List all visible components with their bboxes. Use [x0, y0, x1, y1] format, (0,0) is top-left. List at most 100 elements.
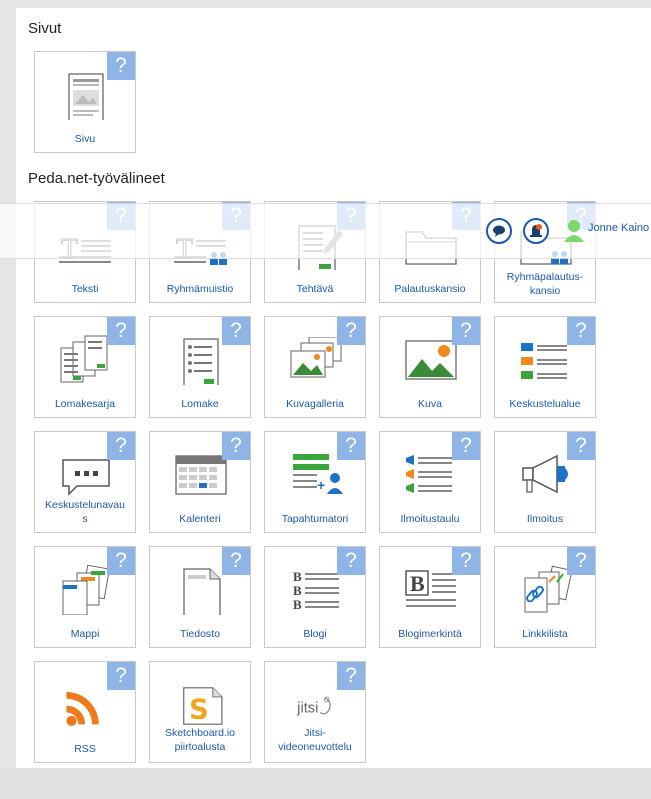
- form-icon: [183, 338, 219, 385]
- tile-ilmoitus[interactable]: ? Ilmoitus: [494, 431, 596, 533]
- help-icon[interactable]: ?: [222, 547, 250, 575]
- help-icon[interactable]: ?: [452, 317, 480, 345]
- help-icon[interactable]: ?: [107, 317, 135, 345]
- background-bottom: [0, 768, 651, 799]
- help-icon[interactable]: ?: [567, 432, 595, 460]
- sketchboard-icon: S: [183, 687, 223, 726]
- blog-icon: B B B: [293, 569, 339, 611]
- svg-text:B: B: [410, 571, 425, 596]
- tile-label-line: kansio: [529, 285, 561, 297]
- image-gallery-icon: [290, 337, 342, 378]
- help-icon[interactable]: ?: [452, 432, 480, 460]
- tile-label: Ilmoitus: [526, 513, 564, 525]
- tile-label: Kalenteri: [179, 513, 221, 525]
- tile-label-line: s: [82, 513, 88, 525]
- tile-label: Palautuskansio: [394, 283, 466, 295]
- help-icon[interactable]: ?: [567, 547, 595, 575]
- tile-label-line: videoneuvottelu: [278, 741, 352, 753]
- help-icon[interactable]: ?: [222, 317, 250, 345]
- image-icon: [405, 340, 457, 380]
- calendar-icon: [175, 455, 227, 495]
- jitsi-logo-text: jitsi: [296, 701, 318, 717]
- notice-board-icon: [406, 455, 452, 493]
- section-title-tools: Peda.net-työvälineet: [28, 170, 165, 187]
- svg-text:S: S: [189, 695, 209, 726]
- tile-label: RSS: [74, 743, 96, 755]
- tile-lomakesarja[interactable]: ? Lomakesarja: [34, 316, 136, 418]
- tile-tapahtumatori[interactable]: + ? Tapahtumatori: [264, 431, 366, 533]
- tile-label: Tapahtumatori: [281, 513, 349, 525]
- tile-label-line: Jitsi-: [304, 727, 326, 739]
- help-icon[interactable]: ?: [107, 432, 135, 460]
- notifications-button[interactable]: [523, 218, 549, 244]
- help-icon[interactable]: ?: [107, 547, 135, 575]
- tile-label: Ilmoitustaulu: [400, 513, 460, 525]
- help-icon[interactable]: ?: [337, 662, 365, 690]
- tile-keskustelualue[interactable]: ? Keskustelualue: [494, 316, 596, 418]
- tile-rss[interactable]: ? RSS: [34, 661, 136, 763]
- tile-label-line: Sketchboard.io: [164, 727, 236, 739]
- tile-label: Keskustelualue: [509, 398, 581, 410]
- bell-icon: [530, 224, 542, 237]
- tile-sketchboard[interactable]: S Sketchboard.io piirtoalusta: [149, 661, 251, 763]
- tile-label: Tehtävä: [296, 283, 334, 295]
- top-toolbar-overlay: [0, 203, 651, 259]
- tile-mappi[interactable]: ? Mappi: [34, 546, 136, 648]
- tile-label: Ryhmämuistio: [166, 283, 234, 295]
- tile-blogimerkinta[interactable]: B ? Blogimerkintä: [379, 546, 481, 648]
- tile-label: Teksti: [71, 283, 99, 295]
- tile-label: Mappi: [70, 628, 100, 640]
- tile-keskustelunavaus[interactable]: ? Keskustelunavau s: [34, 431, 136, 533]
- blog-entry-icon: B: [405, 570, 456, 607]
- tile-label: Blogimerkintä: [398, 628, 462, 640]
- help-icon[interactable]: ?: [337, 547, 365, 575]
- tile-label: Ryhmäpalautus- kansio: [497, 270, 593, 298]
- tile-label: Sketchboard.io piirtoalusta: [152, 726, 248, 754]
- tile-label-line: Keskustelunavau: [45, 499, 125, 511]
- tile-label: Blogi: [303, 628, 327, 640]
- binder-icon: [62, 564, 111, 615]
- tile-blogi[interactable]: B B B ? Blogi: [264, 546, 366, 648]
- tile-linkkilista[interactable]: ? Linkkilista: [494, 546, 596, 648]
- svg-text:B: B: [293, 597, 302, 611]
- help-icon[interactable]: ?: [337, 432, 365, 460]
- event-market-icon: +: [293, 454, 343, 494]
- tile-label-line: piirtoalusta: [174, 741, 226, 753]
- megaphone-icon: [522, 454, 568, 494]
- help-icon[interactable]: ?: [337, 317, 365, 345]
- help-icon[interactable]: ?: [222, 432, 250, 460]
- tile-kuvagalleria[interactable]: ? Kuvagalleria: [264, 316, 366, 418]
- help-icon[interactable]: ?: [567, 317, 595, 345]
- chat-button[interactable]: [486, 218, 512, 244]
- form-series-icon: [60, 335, 108, 383]
- help-icon[interactable]: ?: [107, 662, 135, 690]
- tile-label: Jitsi- videoneuvottelu: [267, 726, 363, 754]
- tile-lomake[interactable]: ? Lomake: [149, 316, 251, 418]
- rss-icon: [66, 691, 99, 727]
- tile-jitsi[interactable]: jitsi ? Jitsi- videoneuvottelu: [264, 661, 366, 763]
- tile-label-line: Ryhmäpalautus-: [506, 271, 584, 283]
- tile-label: Linkkilista: [522, 628, 568, 640]
- tile-label: Tiedosto: [180, 628, 220, 640]
- discussion-thread-icon: [62, 459, 110, 496]
- tile-label: Lomake: [181, 398, 219, 410]
- svg-text:B: B: [293, 569, 302, 584]
- help-icon[interactable]: ?: [452, 547, 480, 575]
- tile-label: Sivu: [74, 133, 96, 145]
- file-icon: [183, 568, 221, 615]
- tile-label: Lomakesarja: [54, 398, 116, 410]
- tile-tiedosto[interactable]: ? Tiedosto: [149, 546, 251, 648]
- background-left: [0, 0, 16, 799]
- tile-kalenteri[interactable]: ? Kalenteri: [149, 431, 251, 533]
- tile-label: Keskustelunavau s: [37, 498, 133, 526]
- page-icon: [68, 73, 104, 120]
- help-icon[interactable]: ?: [107, 52, 135, 80]
- tile-ilmoitustaulu[interactable]: ? Ilmoitustaulu: [379, 431, 481, 533]
- user-icon[interactable]: [562, 218, 586, 244]
- link-list-icon: [524, 565, 573, 613]
- tile-label: Kuvagalleria: [286, 398, 344, 410]
- tile-kuva[interactable]: ? Kuva: [379, 316, 481, 418]
- discussion-area-icon: [521, 343, 567, 379]
- user-name[interactable]: Jonne Kaino: [588, 222, 649, 234]
- tile-sivu[interactable]: ? Sivu: [34, 51, 136, 153]
